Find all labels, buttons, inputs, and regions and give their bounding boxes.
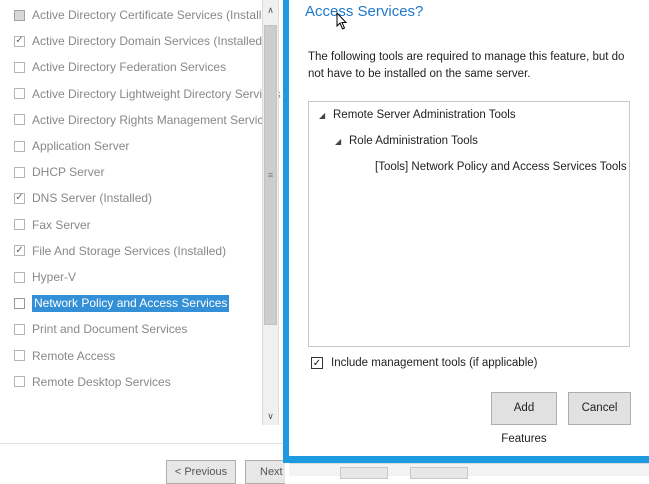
previous-button[interactable]: < Previous (166, 460, 236, 484)
role-label: File And Storage Services (Installed) (32, 243, 227, 258)
role-item[interactable]: Remote Access (14, 345, 115, 367)
role-item[interactable]: Active Directory Federation Services (14, 56, 226, 78)
role-checkbox[interactable] (14, 323, 25, 335)
role-label: Print and Document Services (32, 322, 188, 337)
scroll-down-arrow-icon[interactable]: ∨ (263, 408, 278, 425)
role-checkbox[interactable] (14, 350, 25, 362)
scroll-up-arrow-icon[interactable]: ∧ (263, 2, 278, 19)
role-item[interactable]: Application Server (14, 135, 129, 157)
background-install-button (340, 467, 388, 479)
role-checkbox[interactable] (14, 114, 25, 126)
role-item[interactable]: DHCP Server (14, 161, 104, 183)
tree-item[interactable]: ◢ Remote Server Administration Tools (319, 109, 516, 121)
role-checkbox[interactable] (14, 9, 25, 21)
wizard-footer-divider (0, 443, 285, 444)
dialog-description: The following tools are required to mana… (308, 51, 625, 80)
tools-tree: ◢ Remote Server Administration Tools ◢ Role… (308, 101, 630, 347)
roles-list: Active Directory Certificate Services (I… (0, 0, 281, 425)
role-label: DNS Server (Installed) (32, 191, 153, 206)
role-item[interactable]: Print and Document Services (14, 318, 187, 340)
background-cancel-button (410, 467, 468, 479)
tree-item[interactable]: [Tools] Network Policy and Access Servic… (375, 161, 627, 173)
role-item[interactable]: Active Directory Lightweight Directory S… (14, 83, 281, 105)
role-label: Fax Server (32, 217, 91, 232)
role-label: Active Directory Federation Services (32, 60, 227, 75)
tree-item[interactable]: ◢ Role Administration Tools (335, 135, 478, 147)
tree-item-label: Remote Server Administration Tools (333, 109, 516, 121)
role-checkbox[interactable] (14, 140, 25, 152)
mouse-cursor-icon (336, 12, 348, 30)
expand-arrow-icon[interactable]: ◢ (335, 137, 349, 146)
role-item[interactable]: Active Directory Rights Management Servi… (14, 109, 276, 131)
include-tools-label: Include management tools (if applicable) (331, 357, 538, 369)
role-label: Hyper-V (32, 270, 77, 284)
tree-item-label: Role Administration Tools (349, 135, 478, 147)
role-label: Active Directory Rights Management Servi… (32, 112, 277, 127)
include-tools-option[interactable]: ✓ Include management tools (if applicabl… (311, 357, 537, 369)
role-label: Remote Desktop Services (32, 374, 171, 389)
role-item[interactable]: ✓ File And Storage Services (Installed) (14, 240, 226, 262)
role-checkbox[interactable]: ✓ (14, 35, 25, 47)
role-checkbox[interactable] (14, 166, 25, 178)
include-tools-checkbox[interactable]: ✓ (311, 357, 323, 369)
expand-arrow-icon[interactable]: ◢ (319, 111, 333, 120)
role-label: Active Directory Lightweight Directory S… (32, 86, 281, 101)
role-label: DHCP Server (32, 165, 105, 180)
next-button[interactable]: Next (245, 460, 285, 484)
role-label: Remote Access (32, 348, 116, 363)
role-item[interactable]: Fax Server (14, 214, 91, 236)
role-item[interactable]: Network Policy and Access Services (14, 292, 230, 314)
scroll-thumb[interactable]: ≡ (264, 25, 277, 325)
add-features-button[interactable]: Add Features (491, 392, 557, 445)
role-label: Active Directory Domain Services (Instal… (32, 34, 267, 49)
role-label: Application Server (32, 139, 130, 153)
role-item[interactable]: ✓ Active Directory Domain Services (Insta… (14, 30, 266, 52)
roles-scrollbar[interactable]: ∧ ≡ ∨ (262, 0, 279, 425)
role-checkbox[interactable] (14, 271, 25, 283)
role-item[interactable]: Remote Desktop Services (14, 371, 171, 393)
cancel-button[interactable]: Cancel (568, 392, 631, 425)
role-checkbox[interactable] (14, 219, 25, 231)
role-checkbox[interactable] (14, 297, 25, 309)
role-label: Active Directory Certificate Services (I… (32, 8, 279, 22)
dialog-bottom-border (283, 456, 649, 463)
role-item[interactable]: ✓ DNS Server (Installed) (14, 187, 152, 209)
add-features-dialog: Access Services? The following tools are… (283, 0, 649, 463)
role-checkbox[interactable]: ✓ (14, 192, 25, 204)
role-item[interactable]: Active Directory Certificate Services (I… (14, 4, 279, 26)
dialog-body: Access Services? The following tools are… (289, 0, 649, 456)
tree-item-label: [Tools] Network Policy and Access Servic… (375, 161, 627, 173)
role-checkbox[interactable]: ✓ (14, 245, 25, 257)
dialog-title: Access Services? (305, 3, 424, 20)
role-item[interactable]: Hyper-V (14, 266, 76, 288)
role-checkbox[interactable] (14, 61, 25, 73)
role-checkbox[interactable] (14, 376, 25, 388)
role-label: Network Policy and Access Services (32, 294, 230, 312)
role-checkbox[interactable] (14, 88, 25, 100)
